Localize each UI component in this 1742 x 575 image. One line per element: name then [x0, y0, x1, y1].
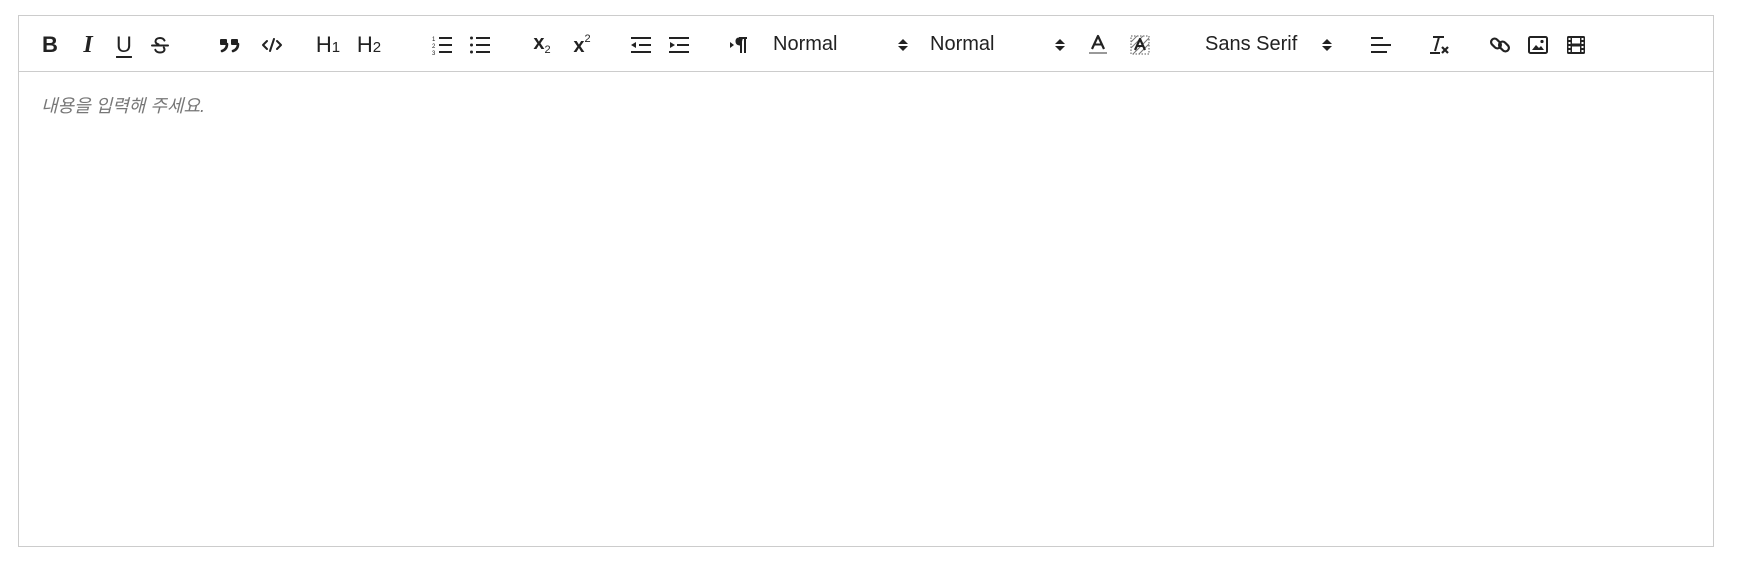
bullet-list-button[interactable] [465, 16, 495, 73]
blockquote-icon [220, 38, 240, 52]
ordered-list-icon: 1 2 3 [432, 36, 452, 56]
link-icon [1489, 36, 1511, 53]
video-icon [1567, 35, 1585, 54]
paragraph-direction-icon [730, 36, 747, 53]
align-button[interactable] [1366, 16, 1396, 73]
blockquote-button[interactable] [215, 16, 245, 73]
header-picker-label: Normal [773, 33, 838, 55]
subscript-button[interactable]: x2 [527, 16, 557, 73]
header-1-icon: H1 [315, 31, 341, 57]
indent-button[interactable] [665, 16, 693, 73]
editor-content-area[interactable]: 내용을 입력해 주세요. [18, 72, 1714, 547]
text-color-button[interactable] [1083, 16, 1113, 73]
clear-formatting-icon [1430, 35, 1449, 54]
bold-icon: B [42, 31, 58, 57]
image-icon [1528, 35, 1548, 54]
text-color-icon [1089, 34, 1107, 54]
editor-toolbar: B I U H1 H2 1 2 3 x2 x2 Normal Normal Sa… [18, 15, 1714, 72]
superscript-button[interactable]: x2 [567, 16, 597, 73]
select-arrows-icon [898, 39, 908, 51]
header-2-button[interactable]: H2 [351, 16, 387, 73]
link-button[interactable] [1485, 16, 1515, 73]
header-2-icon: H2 [356, 31, 382, 57]
strikethrough-icon [151, 36, 169, 54]
video-button[interactable] [1561, 16, 1591, 73]
size-picker[interactable]: Normal [930, 16, 1080, 73]
italic-button[interactable]: I [75, 16, 101, 73]
bold-button[interactable]: B [37, 16, 63, 73]
background-color-button[interactable] [1125, 16, 1155, 73]
indent-icon [669, 36, 689, 53]
image-button[interactable] [1523, 16, 1553, 73]
superscript-icon: x2 [573, 32, 591, 57]
italic-icon: I [83, 31, 93, 58]
svg-text:2: 2 [432, 44, 436, 50]
ordered-list-button[interactable]: 1 2 3 [427, 16, 457, 73]
bullet-list-icon [470, 36, 490, 53]
size-picker-label: Normal [930, 33, 995, 55]
text-direction-button[interactable] [725, 16, 755, 73]
select-arrows-icon [1055, 39, 1065, 51]
subscript-icon: x2 [533, 32, 551, 56]
align-left-icon [1371, 36, 1391, 53]
outdent-icon [631, 36, 651, 53]
svg-text:3: 3 [432, 51, 436, 56]
rich-text-editor: B I U H1 H2 1 2 3 x2 x2 Normal Normal Sa… [18, 15, 1716, 547]
code-block-button[interactable] [255, 16, 289, 73]
select-arrows-icon [1322, 39, 1332, 51]
outdent-button[interactable] [627, 16, 655, 73]
font-picker[interactable]: Sans Serif [1205, 16, 1345, 73]
strike-button[interactable] [147, 16, 173, 73]
underline-icon: U [116, 31, 132, 57]
background-color-icon [1130, 35, 1150, 54]
underline-button[interactable]: U [111, 16, 137, 73]
editor-placeholder: 내용을 입력해 주세요. [41, 96, 206, 116]
code-icon [262, 37, 282, 52]
clear-formatting-button[interactable] [1423, 16, 1455, 73]
font-picker-label: Sans Serif [1205, 33, 1298, 55]
header-picker[interactable]: Normal [773, 16, 923, 73]
header-1-button[interactable]: H1 [311, 16, 345, 73]
svg-text:1: 1 [432, 37, 436, 43]
